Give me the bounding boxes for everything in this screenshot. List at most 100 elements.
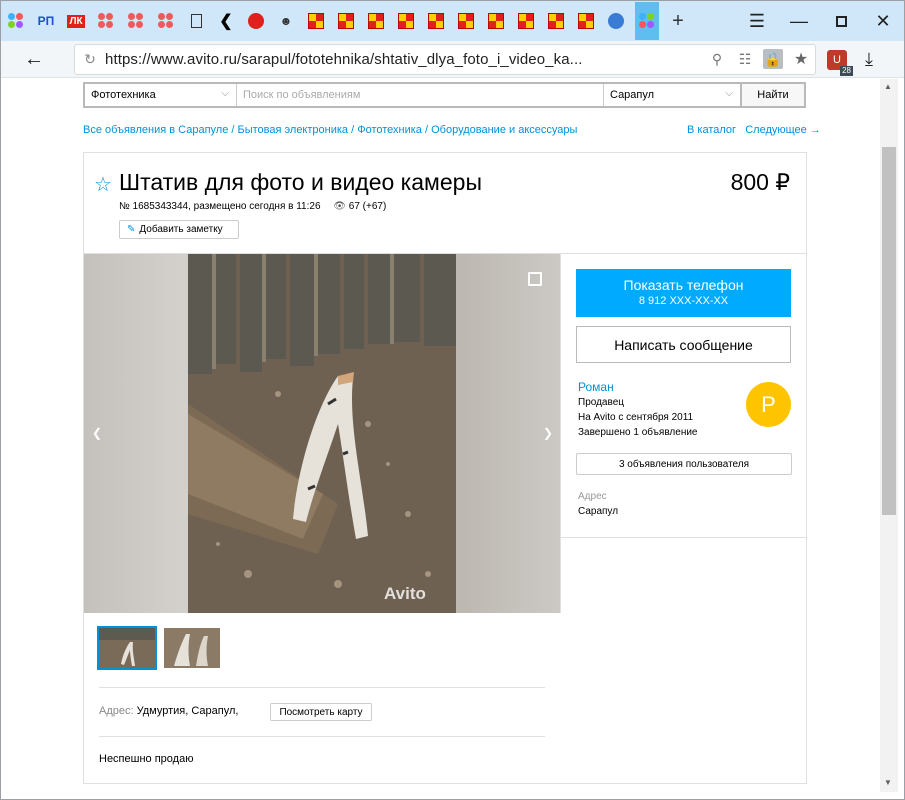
page-title: Штатив для фото и видео камеры [119, 169, 482, 195]
tab-12[interactable] [335, 10, 357, 32]
category-select[interactable]: Фототехника ⌵ [85, 84, 237, 106]
gallery-prev-icon[interactable]: ❮ [92, 426, 102, 440]
eye-icon: 👁 [333, 201, 346, 212]
tab-2[interactable]: РП [35, 10, 57, 32]
page-viewport: Фототехника ⌵ Поиск по объявлениям Сарап… [1, 79, 880, 792]
avito-watermark: Avito [384, 584, 426, 603]
tab-21[interactable] [605, 10, 627, 32]
breadcrumb-item[interactable]: Бытовая электроника [238, 124, 349, 136]
checker-flag-icon [428, 13, 444, 29]
scrollbar[interactable]: ▲ ▼ [880, 79, 898, 792]
window-controls: ☰ — ✕ [736, 1, 904, 41]
search-input-placeholder: Поиск по объявлениям [243, 89, 361, 101]
address-label: Адрес: [99, 705, 134, 717]
tab-active[interactable] [635, 2, 659, 40]
tab-16[interactable] [455, 10, 477, 32]
avatar[interactable]: Р [746, 382, 791, 427]
city-select[interactable]: Сарапул ⌵ [604, 84, 742, 106]
tab-10[interactable]: ☻ [275, 10, 297, 32]
thumbnail-2[interactable] [164, 628, 220, 668]
address-value: Удмуртия, Сарапул, [136, 705, 239, 717]
scrollbar-thumb[interactable] [882, 147, 896, 515]
thumbnail-1[interactable] [97, 626, 157, 670]
breadcrumb: Все объявления в Сарапуле / Бытовая элек… [83, 124, 578, 136]
checker-flag-icon [398, 13, 414, 29]
translate-icon[interactable]: ☷ [735, 49, 755, 69]
scroll-up-icon[interactable]: ▲ [884, 82, 892, 91]
tab-15[interactable] [425, 10, 447, 32]
show-phone-label: Показать телефон [623, 277, 744, 293]
tab-17[interactable] [485, 10, 507, 32]
reload-icon[interactable]: ↻ [75, 51, 105, 68]
show-phone-button[interactable]: Показать телефон 8 912 XXX-XX-XX [576, 269, 791, 317]
tab-19[interactable] [545, 10, 567, 32]
address-bar[interactable]: ↻ https://www.avito.ru/sarapul/fototehni… [74, 44, 816, 75]
tab-6[interactable] [155, 10, 177, 32]
tab-13[interactable] [365, 10, 387, 32]
tab-11[interactable] [305, 10, 327, 32]
tab-8[interactable]: ❮ [215, 10, 237, 32]
tab-9[interactable] [245, 10, 267, 32]
search-button[interactable]: Найти [742, 84, 804, 106]
back-button[interactable]: ← [1, 48, 67, 71]
catalog-link[interactable]: В каталог [687, 124, 736, 136]
favorite-star-icon[interactable]: ☆ [94, 172, 112, 197]
maximize-icon[interactable] [820, 1, 862, 41]
chevron-down-icon: ⌵ [221, 88, 229, 99]
user-ads-button[interactable]: 3 объявления пользователя [576, 453, 792, 475]
fullscreen-icon[interactable] [528, 272, 542, 286]
search-input[interactable]: Поиск по объявлениям [237, 84, 604, 106]
tab-14[interactable] [395, 10, 417, 32]
note-icon: ✎ [127, 224, 136, 235]
tab-1[interactable] [5, 10, 27, 32]
new-tab-button[interactable]: + [667, 10, 689, 32]
breadcrumb-item[interactable]: Все объявления в Сарапуле [83, 124, 228, 136]
checker-flag-icon [458, 13, 474, 29]
extension-shield-icon[interactable]: U 28 [827, 50, 853, 76]
item-meta: № 1685343344, размещено сегодня в 11:26 … [119, 201, 386, 212]
bookmark-star-icon[interactable]: ★ [791, 49, 811, 69]
seller-name[interactable]: Роман [578, 380, 697, 395]
phone-masked: 8 912 XXX-XX-XX [638, 295, 729, 307]
download-icon[interactable]: ⤓ [865, 49, 873, 70]
city-select-value: Сарапул [610, 89, 655, 101]
write-message-button[interactable]: Написать сообщение [576, 326, 791, 363]
item-price: 800 ₽ [730, 169, 790, 195]
tab-3[interactable]: ЛК [65, 10, 87, 32]
address-bar-actions: ⚲ ☷ 🔒 ★ [707, 49, 811, 69]
checker-flag-icon [548, 13, 564, 29]
minimize-icon[interactable]: — [778, 1, 820, 41]
seller-completed: Завершено 1 объявление [578, 427, 698, 438]
red-circle-logo-icon [248, 13, 264, 29]
tab-20[interactable] [575, 10, 597, 32]
next-link[interactable]: Следующее → [745, 124, 821, 136]
photo-gallery[interactable]: ❮ ❯ Avito [84, 254, 561, 613]
seller-since: На Avito с сентября 2011 [578, 412, 694, 423]
item-address: Адрес: Удмуртия, Сарапул, [99, 705, 238, 717]
multicolor-dots-icon [8, 13, 24, 29]
rp-logo-icon: РП [37, 14, 55, 28]
people-icon: ☻ [279, 14, 293, 28]
catalog-nav: В каталог Следующее → [687, 124, 821, 136]
lock-icon[interactable]: 🔒 [763, 49, 783, 69]
breadcrumb-item[interactable]: Фототехника [357, 124, 422, 136]
checker-flag-icon [368, 13, 384, 29]
yandex-dots-icon [158, 13, 174, 29]
tab-7[interactable] [185, 10, 207, 32]
show-map-button[interactable]: Посмотреть карту [270, 703, 372, 721]
tab-4[interactable] [95, 10, 117, 32]
close-icon[interactable]: ✕ [862, 1, 904, 41]
add-note-button[interactable]: ✎ Добавить заметку [119, 220, 239, 239]
menu-icon[interactable]: ☰ [736, 1, 778, 41]
document-icon [190, 14, 202, 28]
tab-5[interactable] [125, 10, 147, 32]
tab-18[interactable] [515, 10, 537, 32]
gallery-next-icon[interactable]: ❯ [543, 426, 553, 440]
seller-address-label: Адрес [578, 491, 607, 502]
tab-strip: РП ЛК ❮ ☻ + ☰ — ✕ [1, 1, 904, 41]
search-page-icon[interactable]: ⚲ [707, 49, 727, 69]
seller-address-value: Сарапул [578, 506, 619, 517]
yandex-dots-icon [98, 13, 114, 29]
scroll-down-icon[interactable]: ▼ [884, 778, 892, 787]
breadcrumb-item[interactable]: Оборудование и аксессуары [431, 124, 577, 136]
